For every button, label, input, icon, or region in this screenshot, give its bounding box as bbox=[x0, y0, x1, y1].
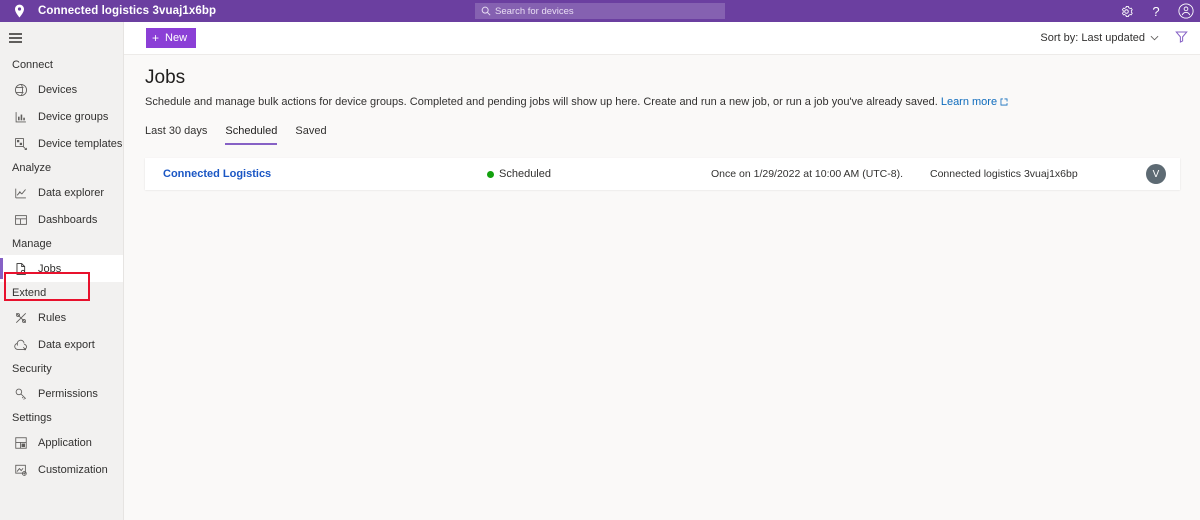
sidebar-item-label: Device templates bbox=[38, 137, 123, 150]
sidebar-group-connect: Connect bbox=[12, 59, 53, 71]
new-job-button[interactable]: + New bbox=[146, 28, 197, 48]
sidebar-group-manage: Manage bbox=[12, 238, 52, 250]
external-link-icon bbox=[1000, 96, 1008, 111]
rules-icon bbox=[12, 309, 29, 326]
sidebar-item-label: Data export bbox=[38, 338, 95, 351]
location-pin-icon bbox=[8, 4, 30, 18]
sidebar-item-device-groups[interactable]: Device groups bbox=[0, 103, 123, 130]
sidebar-item-devices[interactable]: Devices bbox=[0, 76, 123, 103]
app-header-bar: Connected logistics 3vuaj1x6bp ? bbox=[0, 0, 1200, 22]
filter-funnel-icon bbox=[1175, 30, 1188, 46]
customization-icon bbox=[12, 461, 29, 478]
sidebar-item-device-templates[interactable]: Device templates bbox=[0, 130, 123, 157]
tab-last-30-days[interactable]: Last 30 days bbox=[145, 125, 207, 145]
sidebar-item-data-export[interactable]: Data export bbox=[0, 331, 123, 358]
jobs-icon bbox=[12, 260, 29, 277]
sidebar-item-label: Devices bbox=[38, 83, 78, 96]
learn-more-link[interactable]: Learn more bbox=[941, 96, 997, 108]
sidebar-group-analyze: Analyze bbox=[12, 162, 52, 174]
device-groups-icon bbox=[12, 108, 29, 125]
device-templates-icon bbox=[12, 135, 29, 152]
search-icon bbox=[479, 6, 493, 16]
new-job-button-label: New bbox=[165, 32, 188, 44]
job-name-link[interactable]: Connected Logistics bbox=[163, 168, 271, 180]
search-input[interactable] bbox=[493, 4, 703, 18]
sidebar-item-dashboards[interactable]: Dashboards bbox=[0, 206, 123, 233]
table-row[interactable]: Connected Logistics Scheduled Once on 1/… bbox=[145, 158, 1180, 190]
plus-icon: + bbox=[152, 31, 160, 45]
hamburger-icon[interactable] bbox=[0, 22, 123, 54]
status-label: Scheduled bbox=[499, 168, 551, 180]
sort-by-dropdown[interactable]: Sort by: Last updated bbox=[1040, 32, 1159, 44]
sidebar-item-label: Dashboards bbox=[38, 213, 98, 226]
dashboards-icon bbox=[12, 211, 29, 228]
status-dot-icon bbox=[487, 170, 494, 178]
sidebar-item-rules[interactable]: Rules bbox=[0, 304, 123, 331]
sidebar-item-data-explorer[interactable]: Data explorer bbox=[0, 179, 123, 206]
job-target: Connected logistics 3vuaj1x6bp bbox=[930, 168, 1078, 180]
application-icon bbox=[12, 434, 29, 451]
permissions-key-icon bbox=[12, 385, 29, 402]
page-description-text: Schedule and manage bulk actions for dev… bbox=[145, 96, 938, 108]
sidebar-item-label: Data explorer bbox=[38, 186, 105, 199]
jobs-list: Connected Logistics Scheduled Once on 1/… bbox=[145, 158, 1180, 190]
sidebar-group-security: Security bbox=[12, 363, 52, 375]
page-title: Jobs bbox=[145, 67, 186, 88]
global-search[interactable] bbox=[475, 3, 725, 19]
sidebar-item-label: Application bbox=[38, 436, 92, 449]
chevron-down-icon bbox=[1150, 32, 1159, 44]
sidebar-item-permissions[interactable]: Permissions bbox=[0, 380, 123, 407]
sidebar-item-label: Device groups bbox=[38, 110, 109, 123]
sidebar-item-label: Customization bbox=[38, 463, 108, 476]
status-badge: Scheduled bbox=[487, 168, 551, 180]
filter-button[interactable] bbox=[1175, 30, 1188, 46]
page-description: Schedule and manage bulk actions for dev… bbox=[145, 95, 1180, 111]
devices-icon bbox=[12, 81, 29, 98]
app-title: Connected logistics 3vuaj1x6bp bbox=[38, 5, 217, 17]
avatar[interactable]: V bbox=[1146, 164, 1166, 184]
main-content: Jobs Schedule and manage bulk actions fo… bbox=[124, 55, 1200, 520]
jobs-tabs: Last 30 days Scheduled Saved bbox=[145, 125, 1180, 145]
sidebar-item-jobs[interactable]: Jobs bbox=[0, 255, 123, 282]
sidebar-group-settings: Settings bbox=[12, 412, 52, 424]
app-brand[interactable]: Connected logistics 3vuaj1x6bp bbox=[0, 0, 216, 22]
gear-icon[interactable] bbox=[1118, 3, 1134, 19]
sidebar-item-customization[interactable]: Customization bbox=[0, 456, 123, 483]
sidebar-item-application[interactable]: Application bbox=[0, 429, 123, 456]
command-bar-actions: Sort by: Last updated bbox=[1040, 30, 1200, 46]
sidebar-item-label: Permissions bbox=[38, 387, 98, 400]
data-export-icon bbox=[12, 336, 29, 353]
sidebar-item-label: Rules bbox=[38, 311, 67, 324]
app-header-actions: ? bbox=[1118, 0, 1194, 22]
tab-saved[interactable]: Saved bbox=[295, 125, 326, 145]
sidebar: Connect Devices Device groups Device tem… bbox=[0, 22, 124, 520]
sort-by-label: Sort by: Last updated bbox=[1040, 32, 1145, 44]
account-avatar-icon[interactable] bbox=[1178, 3, 1194, 19]
command-bar: + New Sort by: Last updated bbox=[124, 22, 1200, 55]
tab-scheduled[interactable]: Scheduled bbox=[225, 125, 278, 145]
job-schedule: Once on 1/29/2022 at 10:00 AM (UTC-8). bbox=[711, 168, 904, 180]
sidebar-item-label: Jobs bbox=[38, 262, 62, 275]
data-explorer-icon bbox=[12, 184, 29, 201]
sidebar-group-extend: Extend bbox=[12, 287, 47, 299]
help-icon[interactable]: ? bbox=[1148, 3, 1164, 19]
